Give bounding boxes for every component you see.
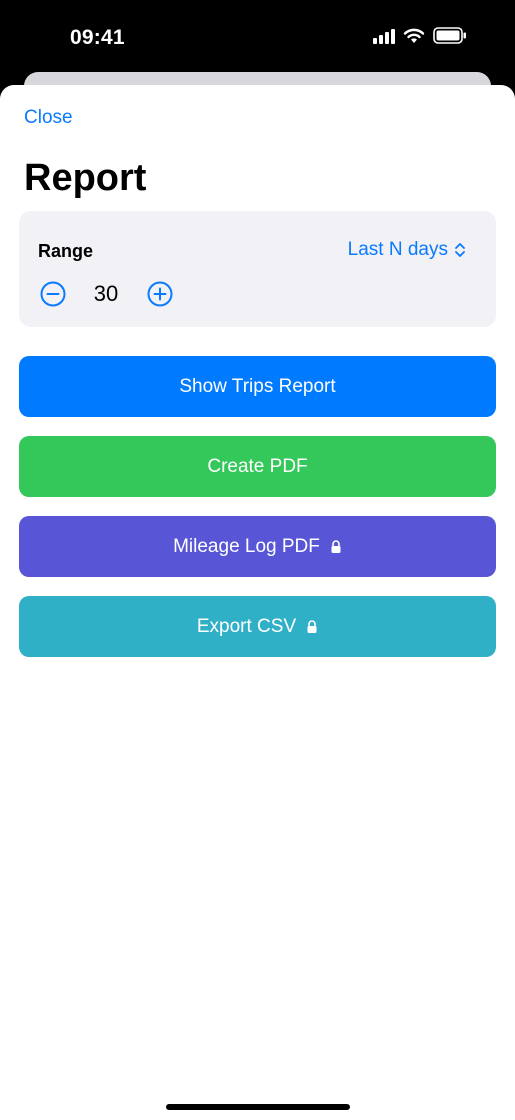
page-title: Report	[24, 157, 147, 199]
close-button[interactable]: Close	[24, 107, 73, 129]
signal-icon	[373, 28, 395, 44]
lock-icon	[331, 539, 341, 553]
create-pdf-label: Create PDF	[207, 455, 308, 477]
lock-icon	[307, 619, 317, 633]
export-csv-label: Export CSV	[196, 615, 297, 637]
range-value: 30	[93, 281, 119, 306]
range-card: Range Last N days 30	[19, 211, 496, 327]
export-csv-button[interactable]: Export CSV	[19, 596, 496, 657]
show-trips-report-label: Show Trips Report	[179, 375, 336, 397]
chevron-updown-icon	[455, 243, 465, 257]
status-icons	[373, 27, 467, 44]
mileage-log-pdf-label: Mileage Log PDF	[173, 535, 320, 557]
status-bar: 09:41	[0, 0, 515, 80]
show-trips-report-button[interactable]: Show Trips Report	[19, 356, 496, 417]
range-label: Range	[38, 241, 94, 261]
report-sheet: Close Report Range Last N days 30 Show T…	[0, 85, 515, 1120]
minus-circle-icon[interactable]	[40, 281, 66, 307]
wifi-icon	[403, 28, 425, 43]
status-time: 09:41	[70, 26, 125, 49]
home-indicator	[166, 1104, 350, 1110]
create-pdf-button[interactable]: Create PDF	[19, 436, 496, 497]
mileage-log-pdf-button[interactable]: Mileage Log PDF	[19, 516, 496, 577]
range-mode-label: Last N days	[347, 239, 448, 260]
range-mode-picker[interactable]: Last N days	[348, 239, 466, 261]
battery-icon	[433, 27, 466, 44]
plus-circle-icon[interactable]	[147, 281, 173, 307]
